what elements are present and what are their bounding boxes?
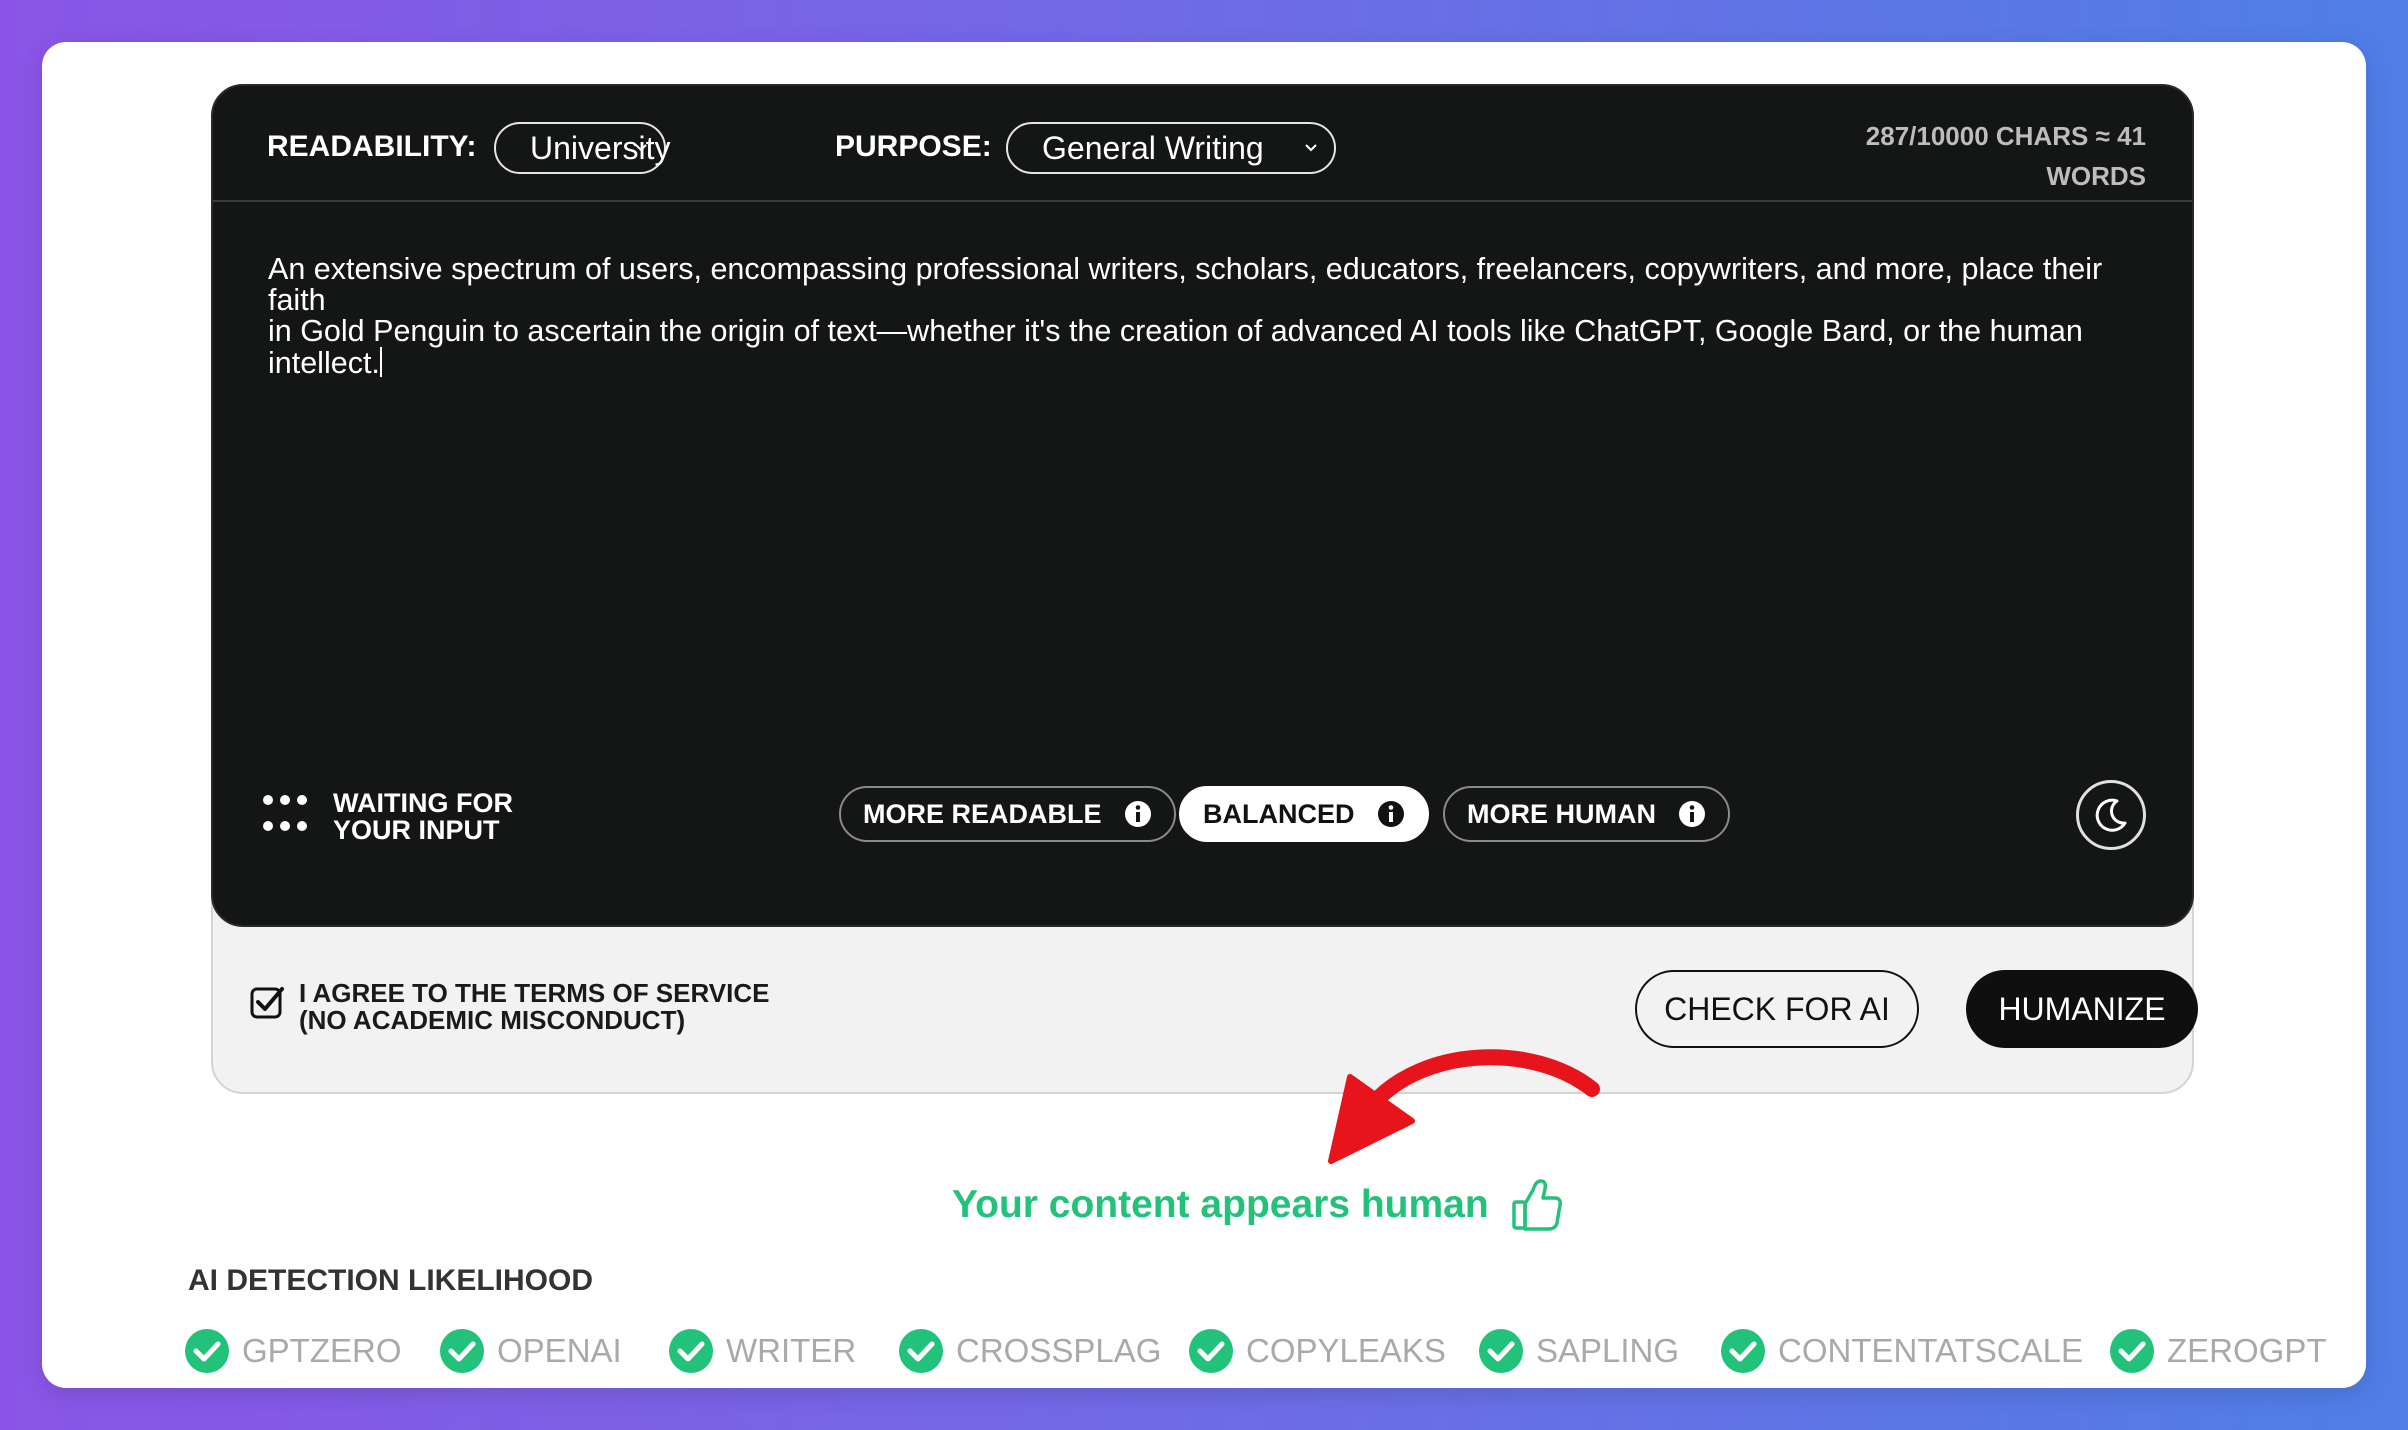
editor-panel: READABILITY: University PURPOSE: General…: [211, 84, 2194, 927]
mode-label: MORE HUMAN: [1467, 798, 1656, 829]
detector-item: CROSSPLAG: [898, 1328, 1161, 1374]
detector-name: WRITER: [726, 1332, 857, 1369]
result-text: Your content appears human: [952, 1183, 1489, 1226]
text-caret: [379, 347, 382, 377]
mode-more-human-button[interactable]: MORE HUMAN: [1443, 786, 1730, 842]
terms-text: I AGREE TO THE TERMS OF SERVICE (NO ACAD…: [299, 980, 769, 1034]
loading-dots-icon: [263, 795, 307, 839]
detector-name: COPYLEAKS: [1246, 1332, 1446, 1369]
purpose-label: PURPOSE:: [835, 130, 992, 163]
info-icon[interactable]: [1124, 800, 1152, 828]
mode-more-readable-button[interactable]: MORE READABLE: [839, 786, 1176, 842]
terms-line: I AGREE TO THE TERMS OF SERVICE: [299, 978, 770, 1008]
text-input-area[interactable]: An extensive spectrum of users, encompas…: [268, 254, 2168, 379]
check-circle-icon: [1479, 1329, 1523, 1373]
check-circle-icon: [1721, 1329, 1765, 1373]
readability-label: READABILITY:: [267, 130, 477, 163]
readability-select[interactable]: University: [494, 122, 670, 174]
chevron-down-icon: [635, 144, 647, 152]
detector-name: SAPLING: [1536, 1332, 1680, 1369]
detector-item: OPENAI: [439, 1328, 622, 1374]
check-circle-icon: [1189, 1329, 1233, 1373]
detector-name: CONTENTATSCALE: [1778, 1332, 2083, 1369]
detector-item: CONTENTATSCALE: [1720, 1328, 2083, 1374]
detector-item: GPTZERO: [184, 1328, 402, 1374]
detection-title: AI DETECTION LIKELIHOOD: [188, 1264, 593, 1297]
check-circle-icon: [440, 1329, 484, 1373]
check-circle-icon: [899, 1329, 943, 1373]
purpose-value: General Writing: [1042, 130, 1264, 166]
detector-name: ZEROGPT: [2167, 1332, 2327, 1369]
detector-name: OPENAI: [497, 1332, 622, 1369]
status-indicator: WAITING FOR YOUR INPUT: [263, 790, 513, 844]
info-icon[interactable]: [1678, 800, 1706, 828]
chevron-down-icon: [1305, 144, 1317, 152]
detector-item: ZEROGPT: [2109, 1328, 2327, 1374]
detector-item: SAPLING: [1478, 1328, 1679, 1374]
text-line: intellect.: [268, 346, 380, 380]
text-line: in Gold Penguin to ascertain the origin …: [268, 314, 2083, 348]
mode-label: MORE READABLE: [863, 798, 1102, 829]
info-icon[interactable]: [1377, 800, 1405, 828]
red-arrow-annotation: [1328, 1049, 1600, 1164]
editor-toolbar: READABILITY: University PURPOSE: General…: [213, 86, 2192, 202]
checkbox-checked-icon[interactable]: [249, 984, 285, 1020]
thumbs-up-icon: [1511, 1179, 1562, 1231]
text-line: An extensive spectrum of users, encompas…: [268, 252, 2103, 317]
status-line: YOUR INPUT: [333, 815, 500, 845]
moon-icon: [2095, 798, 2127, 832]
char-counter: 287/10000 CHARS ≈ 41 WORDS: [1746, 116, 2146, 196]
terms-agreement[interactable]: I AGREE TO THE TERMS OF SERVICE (NO ACAD…: [249, 980, 769, 1034]
check-for-ai-button[interactable]: CHECK FOR AI: [1635, 970, 1919, 1048]
check-circle-icon: [185, 1329, 229, 1373]
text-line-last: intellect.: [268, 347, 2168, 379]
detector-name: CROSSPLAG: [956, 1332, 1162, 1369]
mode-label: BALANCED: [1203, 798, 1355, 829]
char-count: 287/10000 CHARS ≈ 41: [1865, 121, 2146, 151]
check-circle-icon: [2110, 1329, 2154, 1373]
status-line: WAITING FOR: [333, 788, 513, 818]
dark-mode-toggle[interactable]: [2076, 780, 2146, 850]
detector-name: GPTZERO: [242, 1332, 402, 1369]
humanize-button[interactable]: HUMANIZE: [1966, 970, 2198, 1048]
terms-line: (NO ACADEMIC MISCONDUCT): [299, 1005, 686, 1035]
detector-item: WRITER: [668, 1328, 856, 1374]
mode-balanced-button[interactable]: BALANCED: [1179, 786, 1429, 842]
word-count-label: WORDS: [2046, 161, 2146, 191]
humanizer-tool: READABILITY: University PURPOSE: General…: [211, 84, 2198, 1094]
detector-item: COPYLEAKS: [1188, 1328, 1446, 1374]
check-circle-icon: [669, 1329, 713, 1373]
result-message: Your content appears human: [952, 1178, 1563, 1232]
status-text: WAITING FOR YOUR INPUT: [333, 790, 513, 844]
purpose-select[interactable]: General Writing: [1006, 122, 1336, 174]
main-card: READABILITY: University PURPOSE: General…: [42, 42, 2366, 1388]
